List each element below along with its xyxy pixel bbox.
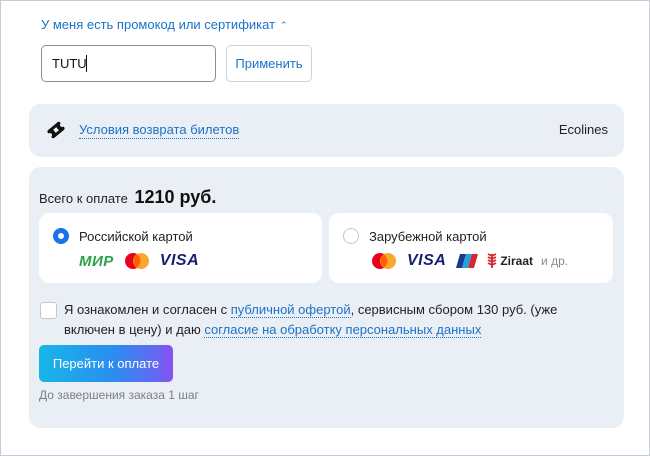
mir-logo: МИР — [79, 252, 114, 270]
promo-code-input[interactable] — [41, 45, 216, 82]
mastercard-logo — [124, 253, 149, 269]
total-row: Всего к оплате 1210 руб. — [39, 187, 216, 208]
checkout-frame: У меня есть промокод или сертификат ⌃ При… — [0, 0, 650, 456]
bank-card-logo — [456, 254, 479, 268]
refund-conditions-panel: Условия возврата билетов Ecolines — [29, 104, 624, 157]
option-foreign-card[interactable]: Зарубежной картой VISA Ziraat и др. — [329, 213, 613, 283]
apply-promo-button[interactable]: Применить — [226, 45, 312, 82]
promo-toggle-label: У меня есть промокод или сертификат — [41, 17, 276, 32]
agreement-checkbox[interactable] — [40, 302, 57, 319]
visa-logo: VISA — [159, 252, 200, 269]
mastercard-logo — [372, 253, 396, 269]
radio-foreign-card[interactable] — [343, 228, 359, 244]
visa-logo: VISA — [407, 252, 447, 269]
agreement-text: Я ознакомлен и согласен с публичной офер… — [64, 300, 604, 340]
total-amount: 1210 руб. — [134, 187, 217, 207]
promo-toggle[interactable]: У меня есть промокод или сертификат ⌃ — [41, 17, 288, 32]
steps-remaining: До завершения заказа 1 шаг — [39, 388, 199, 402]
radio-russian-card[interactable] — [53, 228, 69, 244]
ziraat-emblem-icon — [487, 253, 497, 268]
more-cards-label: и др. — [541, 254, 569, 268]
option-foreign-card-label: Зарубежной картой — [369, 229, 487, 244]
personal-data-consent-link[interactable]: согласие на обработку персональных данны… — [204, 322, 482, 338]
payment-panel: Всего к оплате 1210 руб. Российской карт… — [29, 167, 624, 428]
public-offer-link[interactable]: публичной офертой — [230, 302, 351, 318]
option-russian-card-label: Российской картой — [79, 229, 193, 244]
option-russian-card[interactable]: Российской картой МИР VISA — [39, 213, 322, 283]
proceed-to-payment-button[interactable]: Перейти к оплате — [39, 345, 173, 382]
ziraat-logo: Ziraat — [500, 254, 534, 268]
chevron-up-icon: ⌃ — [280, 20, 288, 30]
ticket-return-icon — [47, 121, 65, 139]
agreement-part1: Я ознакомлен и согласен с — [64, 302, 228, 317]
refund-conditions-link[interactable]: Условия возврата билетов — [79, 122, 240, 139]
carrier-name: Ecolines — [558, 122, 608, 137]
russian-card-logos: МИР VISA — [79, 251, 199, 271]
text-cursor — [86, 55, 87, 72]
foreign-card-logos: VISA Ziraat и др. — [369, 251, 568, 271]
total-label: Всего к оплате — [39, 191, 128, 206]
